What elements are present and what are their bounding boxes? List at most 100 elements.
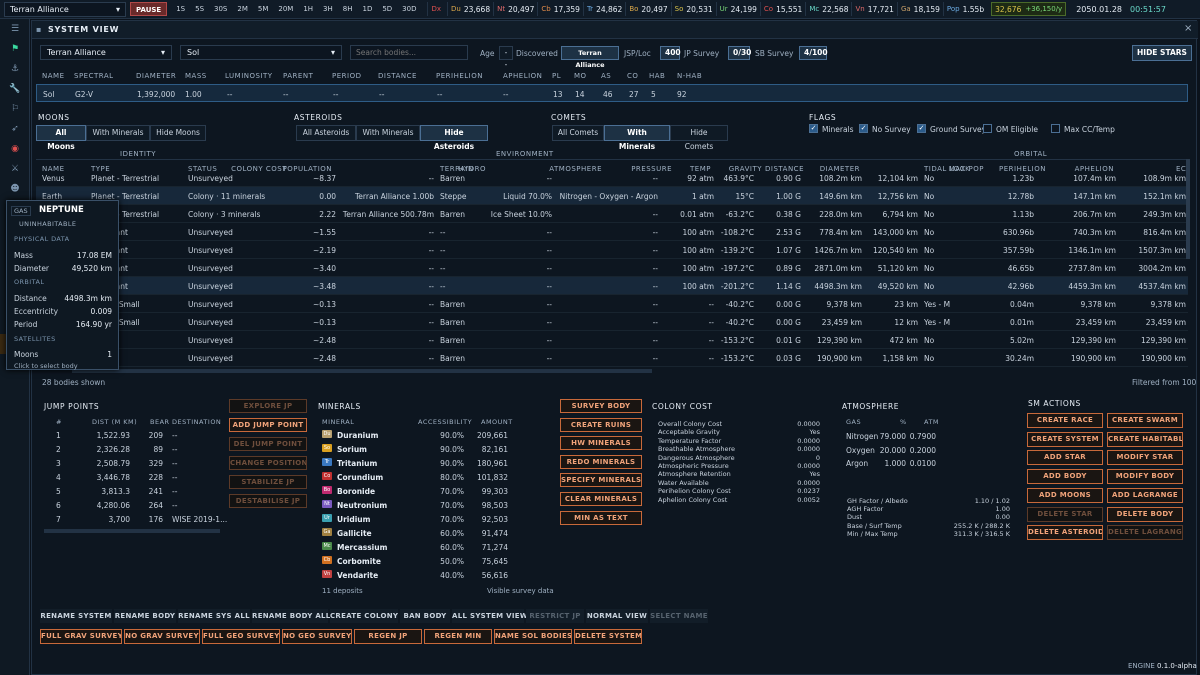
- body-col-distance[interactable]: DISTANCE: [765, 165, 804, 173]
- bottom-button-full-grav-survey[interactable]: FULL GRAV SURVEY: [40, 629, 122, 644]
- bottom-button-delete-system[interactable]: DELETE SYSTEM: [574, 629, 642, 644]
- sm-button-create-swarm[interactable]: CREATE SWARM: [1107, 413, 1183, 428]
- body-col-ec[interactable]: EC: [1176, 165, 1186, 173]
- time-increment-button[interactable]: 30D: [397, 2, 421, 16]
- body-col-population[interactable]: POPULATION: [283, 165, 332, 173]
- body-col-type[interactable]: TYPE: [91, 165, 110, 173]
- flag-checkbox-ground-survey[interactable]: ✓: [917, 124, 926, 133]
- bottom-button-create-colony[interactable]: CREATE COLONY: [330, 609, 398, 623]
- asteroids-option-hide-asteroids[interactable]: Hide Asteroids: [420, 125, 488, 151]
- body-col-status[interactable]: STATUS: [188, 165, 217, 173]
- bottom-button-full-geo-survey[interactable]: FULL GEO SURVEY: [202, 629, 280, 644]
- sm-button-modify-star[interactable]: MODIFY STAR: [1107, 450, 1183, 466]
- comets-option-hide-comets[interactable]: Hide Comets: [670, 125, 728, 151]
- bottom-button-rename-body-all[interactable]: RENAME BODY ALL: [252, 609, 330, 623]
- body-row-phobos[interactable]: PhobosMoon - SmallUnsurveyed~0.13--Barre…: [36, 295, 1188, 313]
- body-row-neptune[interactable]: NeptuneGas GiantUnsurveyed~3.48--------1…: [36, 277, 1188, 295]
- sidebar-target-button[interactable]: ◉: [0, 139, 30, 159]
- survey-button-hw-minerals[interactable]: HW MINERALS: [560, 436, 642, 451]
- asteroids-option-all-asteroids[interactable]: All Asteroids: [296, 125, 356, 141]
- scrollbar-thumb[interactable]: [1186, 159, 1190, 259]
- sm-button-create-habitable[interactable]: CREATE HABITABLE: [1107, 431, 1183, 447]
- survey-button-create-ruins[interactable]: CREATE RUINS: [560, 417, 642, 432]
- bottom-button-name-sol-bodies[interactable]: NAME SOL BODIES: [494, 629, 572, 644]
- system-select[interactable]: Sol ▾: [180, 45, 342, 60]
- sidebar-menu-button[interactable]: ☰: [0, 19, 30, 39]
- horizontal-scrollbar[interactable]: [72, 369, 652, 373]
- search-input[interactable]: [350, 45, 468, 60]
- star-row[interactable]: Sol G2-V 1,392,000 1.00 -- -- -- -- -- -- 13 14 46 27…: [36, 84, 1188, 102]
- body-col-diameter[interactable]: DIAMETER: [820, 165, 860, 173]
- sidebar-rocket-button[interactable]: ➶: [0, 119, 30, 139]
- time-increment-button[interactable]: 3H: [318, 2, 338, 16]
- comets-option-all-comets[interactable]: All Comets: [552, 125, 604, 141]
- bottom-button-no-geo-survey[interactable]: NO GEO SURVEY: [282, 629, 352, 644]
- sidebar-wrench-button[interactable]: 🔧: [0, 79, 30, 99]
- flag-checkbox-minerals[interactable]: ✓: [809, 124, 818, 133]
- time-increment-button[interactable]: 5M: [253, 2, 274, 16]
- time-increment-button[interactable]: 8H: [338, 2, 358, 16]
- body-row-jupiter[interactable]: JupiterGas GiantUnsurveyed~1.55--------1…: [36, 223, 1188, 241]
- time-increment-button[interactable]: 5S: [190, 2, 209, 16]
- comets-option-with-minerals[interactable]: With Minerals: [604, 125, 670, 151]
- sidebar-swords-button[interactable]: ⚔: [0, 159, 30, 179]
- body-row-uranus[interactable]: UranusGas GiantUnsurveyed~3.40--------10…: [36, 259, 1188, 277]
- body-row-venus[interactable]: Venus Planet - Terrestrial Unsurveyed ~8.37…: [36, 174, 1188, 187]
- body-col-pressure[interactable]: PRESSURE: [631, 165, 672, 173]
- body-col-max-pop[interactable]: MAX POP: [949, 165, 984, 173]
- body-col-hydro[interactable]: HYDRO: [458, 165, 486, 173]
- body-row-deimos[interactable]: DeimosMoon - SmallUnsurveyed~0.13--Barre…: [36, 313, 1188, 331]
- jp-scrollbar[interactable]: [44, 529, 220, 533]
- sidebar-person-button[interactable]: ☻: [0, 179, 30, 199]
- bottom-button-ban-body[interactable]: BAN BODY: [400, 609, 450, 623]
- time-increment-button[interactable]: 30S: [209, 2, 232, 16]
- body-col-aphelion[interactable]: APHELION: [1075, 165, 1114, 173]
- sm-button-add-moons[interactable]: ADD MOONS: [1027, 487, 1103, 503]
- bottom-button-no-grav-survey[interactable]: NO GRAV SURVEY: [124, 629, 200, 644]
- hide-stars-button[interactable]: HIDE STARS: [1132, 45, 1192, 61]
- sm-button-modify-body[interactable]: MODIFY BODY: [1107, 469, 1183, 485]
- sidebar-anchor-button[interactable]: ⚓: [0, 59, 30, 79]
- bottom-button-normal-view[interactable]: NORMAL VIEW: [586, 609, 648, 623]
- sm-button-add-body[interactable]: ADD BODY: [1027, 469, 1103, 485]
- time-increment-button[interactable]: 1H: [298, 2, 318, 16]
- sm-button-delete-asteroids[interactable]: DELETE ASTEROIDS: [1027, 525, 1103, 541]
- survey-button-min-as-text[interactable]: MIN AS TEXT: [560, 510, 642, 525]
- bottom-button-all-system-view[interactable]: ALL SYSTEM VIEW: [452, 609, 528, 623]
- body-row-earth[interactable]: Earth Planet - Terrestrial Colony · 11 min…: [36, 187, 1188, 205]
- moons-option-all-moons[interactable]: All Moons: [36, 125, 86, 151]
- flag-checkbox-om-eligible[interactable]: [983, 124, 992, 133]
- bottom-button-rename-sys-all[interactable]: RENAME SYS ALL: [178, 609, 250, 623]
- sm-button-add-star[interactable]: ADD STAR: [1027, 450, 1103, 466]
- flag-checkbox-max-cc-temp[interactable]: [1051, 124, 1060, 133]
- body-row-saturn[interactable]: SaturnGas GiantUnsurveyed~2.19--------10…: [36, 241, 1188, 259]
- body-col-atmosphere[interactable]: ATMOSPHERE: [549, 165, 602, 173]
- jp-button-add-jump-point[interactable]: ADD JUMP POINT: [229, 418, 307, 432]
- time-increment-button[interactable]: 1D: [357, 2, 377, 16]
- body-row-mars[interactable]: MarsPlanet - TerrestrialColony · 3 miner…: [36, 205, 1188, 223]
- survey-button-clear-minerals[interactable]: CLEAR MINERALS: [560, 492, 642, 506]
- time-increment-button[interactable]: 2M: [232, 2, 253, 16]
- empire-filter-select[interactable]: Terran Alliance ▾: [40, 45, 172, 60]
- sidebar-flag-button[interactable]: ⚑: [0, 39, 30, 59]
- body-row-io[interactable]: IoMoonUnsurveyed~2.48--Barren-------153.…: [36, 349, 1188, 367]
- sm-button-delete-body[interactable]: DELETE BODY: [1107, 506, 1183, 522]
- body-col-gravity[interactable]: GRAVITY: [729, 165, 762, 173]
- body-col-colony-cost[interactable]: COLONY COST: [231, 165, 287, 173]
- survey-button-survey-body[interactable]: SURVEY BODY: [560, 399, 642, 413]
- time-increment-button[interactable]: 1S: [171, 2, 190, 16]
- pause-button[interactable]: PAUSE: [130, 2, 168, 16]
- survey-button-redo-minerals[interactable]: REDO MINERALS: [560, 454, 642, 469]
- body-col-name[interactable]: NAME: [42, 165, 65, 173]
- bottom-button-regen-jp[interactable]: REGEN JP: [354, 629, 422, 644]
- close-button[interactable]: ×: [1184, 23, 1192, 34]
- bottom-button-rename-system[interactable]: RENAME SYSTEM: [40, 609, 112, 623]
- flag-checkbox-no-survey[interactable]: ✓: [859, 124, 868, 133]
- moons-option-with-minerals[interactable]: With Minerals: [86, 125, 150, 141]
- body-col-perihelion[interactable]: PERIHELION: [999, 165, 1046, 173]
- sidebar-pennant-button[interactable]: ⚐: [0, 99, 30, 119]
- time-increment-button[interactable]: 5D: [377, 2, 397, 16]
- sm-button-add-lagrange[interactable]: ADD LAGRANGE: [1107, 487, 1183, 503]
- time-increment-button[interactable]: 20M: [273, 2, 298, 16]
- asteroids-option-with-minerals[interactable]: With Minerals: [356, 125, 420, 141]
